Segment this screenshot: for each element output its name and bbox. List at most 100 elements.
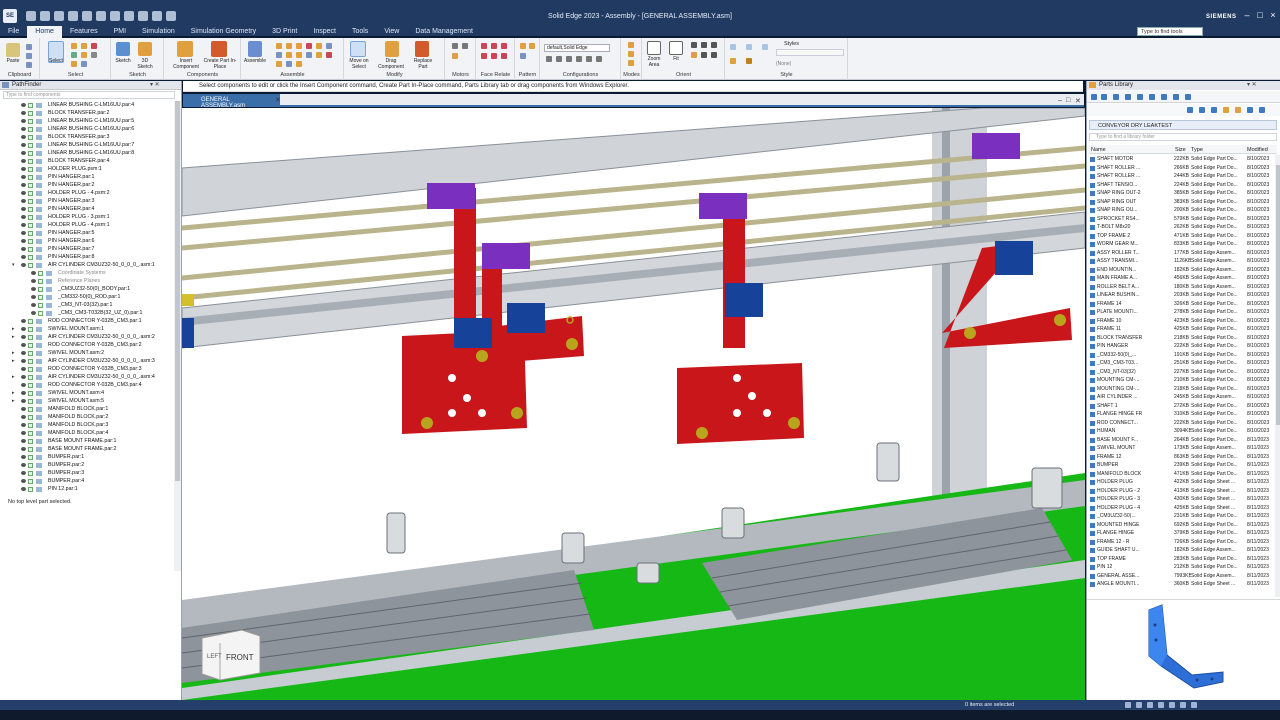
menu-simulation[interactable]: Simulation [134,26,183,38]
link-icon[interactable] [1173,94,1179,100]
active-checkbox[interactable] [28,486,33,492]
cam-icon[interactable] [286,52,292,58]
library-row[interactable]: TOP FRAME 283KB Solid Edge Part Do... 8/11/… [1089,555,1275,564]
menu-features[interactable]: Features [62,26,106,38]
viewport-restore-icon[interactable]: □ [1066,97,1070,104]
visibility-icon[interactable] [21,119,26,123]
tree-item[interactable]: BLOCK TRANSFER.par:3 [0,133,174,141]
visibility-icon[interactable] [21,191,26,195]
list-icon[interactable] [1247,107,1253,113]
parallel-icon[interactable] [306,52,312,58]
tree-item[interactable]: LINEAR BUSHING C-LM16UU.par:8 [0,149,174,157]
linear-motor-icon[interactable] [462,43,468,49]
create-part-icon[interactable] [211,41,227,57]
visibility-icon[interactable] [21,231,26,235]
tree-item[interactable]: PIN HANGER.par:7 [0,245,174,253]
active-checkbox[interactable] [38,278,43,284]
sketch-icon[interactable] [116,42,130,56]
library-row[interactable]: SHAFT 1 272KB Solid Edge Part Do... 8/10/20… [1089,402,1275,411]
visibility-icon[interactable] [21,215,26,219]
select-lasso-icon[interactable] [81,61,87,67]
pathfinder-scroll-thumb[interactable] [175,101,180,481]
config-3-icon[interactable] [566,56,572,62]
search-icon[interactable] [1199,107,1205,113]
select-faces-icon[interactable] [91,43,97,49]
active-checkbox[interactable] [28,342,33,348]
library-row[interactable]: BLOCK TRANSFER 218KB Solid Edge Part Do...… [1089,334,1275,343]
active-checkbox[interactable] [28,190,33,196]
visibility-icon[interactable] [21,487,26,491]
tree-item[interactable]: ▸ AIR CYLINDER CM3UZ32-50_0_0_0_.asm:2 [0,333,174,341]
select-filter-icon[interactable] [71,43,77,49]
library-row[interactable]: MOUNTED HINGE 692KB Solid Edge Part Do... 8… [1089,521,1275,530]
tree-item[interactable]: PIN HANGER.par:8 [0,253,174,261]
mate-icon[interactable] [276,43,282,49]
pathfinder-scrollbar[interactable] [174,101,181,571]
drag-component-icon[interactable] [385,41,399,57]
mode-1-icon[interactable] [628,42,634,48]
expand-icon[interactable]: ▸ [12,333,15,341]
view-style-4-icon[interactable] [730,58,736,64]
tree-item[interactable]: HOLDER PLUG.psm:1 [0,165,174,173]
library-row[interactable]: PIN 12 212KB Solid Edge Part Do... 8/11/202… [1089,563,1275,572]
rigid-set-icon[interactable] [286,61,292,67]
active-checkbox[interactable] [28,334,33,340]
visibility-icon[interactable] [21,455,26,459]
active-checkbox[interactable] [28,158,33,164]
config-2-icon[interactable] [556,56,562,62]
library-row[interactable]: SHAFT ROLLER ... 266KB Solid Edge Part Do.… [1089,164,1275,173]
active-checkbox[interactable] [28,406,33,412]
tree-item[interactable]: ROD CONNECTOR Y-032B_CM3.par:3 [0,365,174,373]
visibility-icon[interactable] [31,279,36,283]
pan-icon[interactable] [701,42,707,48]
favorite-icon[interactable] [1235,107,1241,113]
back-icon[interactable] [1091,94,1097,100]
active-checkbox[interactable] [28,422,33,428]
tree-item[interactable]: ▸ AIR CYLINDER CM3UZ32-50_0_0_0_.asm:4 [0,373,174,381]
library-row[interactable]: SNAP RING OUT 383KB Solid Edge Part Do... 8… [1089,198,1275,207]
axial-align-icon[interactable] [296,43,302,49]
replace-part-icon[interactable] [415,41,429,57]
active-checkbox[interactable] [38,270,43,276]
face-relate-2-icon[interactable] [491,43,497,49]
library-row[interactable]: MOUNTING CM-... 218KB Solid Edge Part Do..… [1089,385,1275,394]
active-checkbox[interactable] [28,390,33,396]
active-checkbox[interactable] [28,262,33,268]
column-type[interactable]: Type [1191,147,1203,153]
library-filter-input[interactable]: Type to find a library folder [1089,133,1277,141]
visibility-icon[interactable] [21,247,26,251]
ground-icon[interactable] [276,61,282,67]
select-more-icon[interactable] [91,52,97,58]
visibility-icon[interactable] [31,311,36,315]
visibility-icon[interactable] [31,287,36,291]
tree-item[interactable]: PIN HANGER.par:2 [0,181,174,189]
tree-item[interactable]: ▾ AIR CYLINDER CM3UZ32-50_0_0_0_.asm:1 [0,261,174,269]
active-checkbox[interactable] [28,142,33,148]
tree-item[interactable]: ROD CONNECTOR Y-032B_CM3.par:2 [0,341,174,349]
visibility-icon[interactable] [21,479,26,483]
library-row[interactable]: ANGLE MOUNTI... 360KB Solid Edge Sheet ...… [1089,580,1275,589]
tree-item[interactable]: PIN HANGER.par:3 [0,197,174,205]
library-row[interactable]: ASSY ROLLER T... 177KB Solid Edge Assem...… [1089,249,1275,258]
tree-item[interactable]: PIN HANGER.par:4 [0,205,174,213]
library-row[interactable]: FRAME 12 863KB Solid Edge Part Do... 8/11/2… [1089,453,1275,462]
library-scroll-thumb[interactable] [1276,165,1280,425]
status-icon-7[interactable] [1191,702,1197,708]
tree-item[interactable]: HOLDER PLUG - 3.psm:1 [0,213,174,221]
face-relate-6-icon[interactable] [501,53,507,59]
menu-3d-print[interactable]: 3D Print [264,26,305,38]
style-select-1[interactable] [776,49,844,56]
library-row[interactable]: END MOUNTIN... 182KB Solid Edge Assem... 8/… [1089,266,1275,275]
visibility-icon[interactable] [21,471,26,475]
active-checkbox[interactable] [28,430,33,436]
visibility-icon[interactable] [21,375,26,379]
match-cs-icon[interactable] [316,52,322,58]
active-checkbox[interactable] [28,398,33,404]
library-row[interactable]: SHAFT TENSIO... 224KB Solid Edge Part Do..… [1089,181,1275,190]
visibility-icon[interactable] [21,463,26,467]
tree-item[interactable]: _CM3_NT-03(32).par:1 [0,301,174,309]
format-icon[interactable] [26,62,32,68]
visibility-icon[interactable] [21,367,26,371]
library-row[interactable]: MOUNTING CM-... 210KB Solid Edge Part Do..… [1089,376,1275,385]
center-plane-icon[interactable] [326,52,332,58]
